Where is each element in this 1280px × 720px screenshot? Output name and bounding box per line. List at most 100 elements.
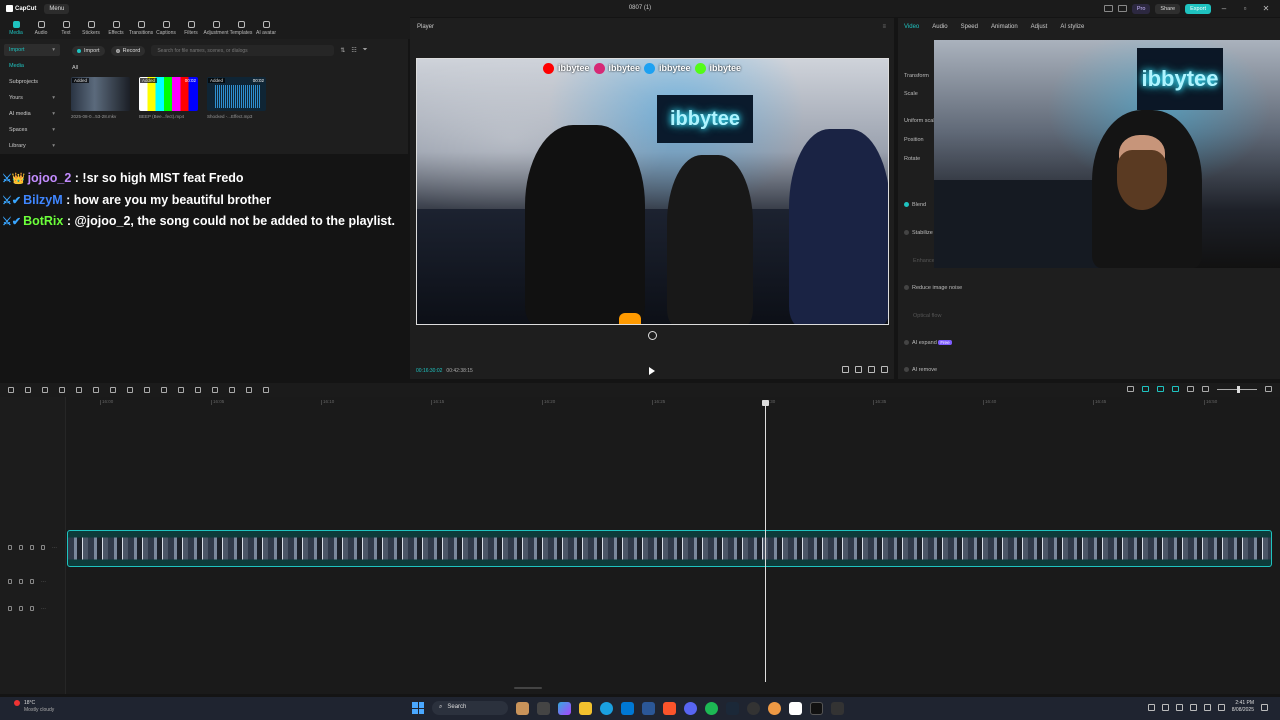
speaker-icon[interactable] [30,579,34,584]
player-menu-icon[interactable]: ≡ [882,24,886,30]
view-toggle-icon[interactable]: ☷ [351,47,356,54]
lock-icon[interactable] [19,606,23,611]
sidebar-item-subprojects[interactable]: Subprojects [4,76,60,88]
trim-right-icon[interactable] [93,387,99,393]
snap-icon[interactable] [1172,386,1179,392]
blend-toggle[interactable]: Blend [904,202,926,208]
export-button[interactable]: Export [1185,3,1211,14]
auto-reframe-icon[interactable] [229,387,235,393]
aspect-ratio-icon[interactable] [842,366,849,373]
maximize-icon[interactable]: ▫ [1237,4,1253,13]
task-view-icon[interactable] [537,701,550,715]
layout-icon[interactable] [1103,5,1113,12]
app-icon[interactable] [516,701,529,715]
video-preview[interactable]: ibbytee ibbytee ibbytee ibbytee ibbytee [416,58,889,325]
audio-track-icon[interactable] [8,606,12,611]
zoom-in-icon[interactable] [1265,386,1272,392]
tool-captions[interactable]: Captions [156,17,176,39]
timeline-scrollbar[interactable] [514,687,542,689]
select-icon[interactable] [8,387,14,393]
rotate-handle-icon[interactable] [648,331,657,340]
wifi-icon[interactable] [1203,703,1211,711]
notification-icon[interactable] [1261,703,1268,711]
media-item[interactable]: Added 00:02 Shocked -...Effect.mp3 [207,77,266,119]
brave-icon[interactable] [663,701,676,715]
tab-video[interactable]: Video [904,24,919,30]
more-icon[interactable]: ⋯ [52,545,57,551]
media-item[interactable]: Added 2025-08-0...53-28.mkv [71,77,130,119]
crop-icon[interactable] [144,387,150,393]
chevron-up-icon[interactable] [1147,703,1155,711]
tool-audio[interactable]: Audio [31,17,51,39]
sidebar-item-import[interactable]: Import ▾ [4,44,60,56]
preview-axis-icon[interactable] [1187,386,1194,392]
ai-remove-toggle[interactable]: AI remove [904,367,937,373]
link-icon[interactable] [1142,386,1149,392]
sidebar-item-media[interactable]: Media [4,60,60,72]
tool-filters[interactable]: Filters [181,17,201,39]
sort-icon[interactable]: ⇅ [340,47,345,54]
reverse-icon[interactable] [212,387,218,393]
weather-widget[interactable]: 18°C Mostly cloudy [24,700,54,714]
freeze-icon[interactable] [178,387,184,393]
trim-left-icon[interactable] [76,387,82,393]
split-icon[interactable] [59,387,65,393]
battery-icon[interactable] [1189,703,1197,711]
tool-templates[interactable]: Templates [230,17,252,39]
redo-icon[interactable] [42,387,48,393]
tool-ai-avatar[interactable]: AI avatar [256,17,276,39]
audio-track-icon[interactable] [8,579,12,584]
reduce-noise-toggle[interactable]: Reduce image noise [904,285,962,291]
ai-icon[interactable] [263,387,269,393]
sidebar-item-yours[interactable]: Yours ▾ [4,92,60,104]
menu-button[interactable]: Menu [44,3,70,14]
tab-ai-stylize[interactable]: AI stylize [1060,24,1084,30]
ai-expand-toggle[interactable]: AI expand Free [904,340,952,346]
speaker-icon[interactable] [1217,703,1225,711]
quality-icon[interactable] [868,366,875,373]
eye-icon[interactable] [30,545,34,550]
volume-icon[interactable] [1175,703,1183,711]
stabilize-toggle[interactable]: Stabilize [904,230,933,236]
sidebar-item-ai-media[interactable]: AI media ▾ [4,108,60,120]
zoom-slider[interactable] [1217,385,1257,393]
capcut-taskbar-icon[interactable] [789,701,802,715]
pro-button[interactable]: Pro [1131,3,1151,14]
magnet-icon[interactable] [1157,386,1164,392]
media-search-input[interactable]: Search for file names, scenes, or dialog… [151,45,335,56]
tool-effects[interactable]: Effects [106,17,126,39]
tab-adjust[interactable]: Adjust [1031,24,1048,30]
marker-icon[interactable] [127,387,133,393]
microphone-icon[interactable] [1127,386,1134,392]
filter-icon[interactable]: ⏷ [363,47,368,54]
network-icon[interactable] [1161,703,1169,711]
playhead[interactable] [762,400,769,682]
clock[interactable]: 2:41 PM 8/08/2025 [1232,700,1254,714]
time-ruler[interactable]: 16:00 16:05 16:10 16:15 16:20 16:25 16:3… [66,399,1280,409]
obs-icon[interactable] [747,701,760,715]
steam-icon[interactable] [726,701,739,715]
delete-icon[interactable] [110,387,116,393]
copilot-icon[interactable] [558,701,571,715]
close-icon[interactable]: ✕ [1258,4,1274,13]
tool-adjustment[interactable]: Adjustment [204,17,229,39]
more-icon[interactable]: ⋯ [41,579,46,585]
sidebar-item-spaces[interactable]: Spaces ▾ [4,124,60,136]
file-explorer-icon[interactable] [579,701,592,715]
rotate-icon[interactable] [246,387,252,393]
windows-start-icon[interactable] [412,702,424,714]
spotify-icon[interactable] [705,701,718,715]
crop-icon[interactable] [855,366,862,373]
mask-icon[interactable] [161,387,167,393]
sidebar-item-library[interactable]: Library ▾ [4,140,60,152]
tab-animation[interactable]: Animation [991,24,1018,30]
terminal-icon[interactable] [810,701,823,715]
edge-icon[interactable] [600,701,613,715]
lock-icon[interactable] [19,545,23,550]
tab-speed[interactable]: Speed [961,24,978,30]
tab-audio[interactable]: Audio [932,24,947,30]
fullscreen-icon[interactable] [881,366,888,373]
chrome-icon[interactable] [768,701,781,715]
share-button[interactable]: Share [1155,3,1181,14]
discord-icon[interactable] [684,701,697,715]
